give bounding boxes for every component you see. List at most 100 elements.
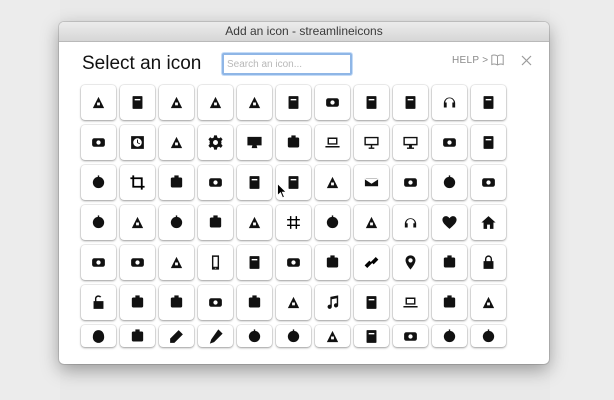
icon-tile[interactable] bbox=[276, 125, 311, 160]
icon-tile[interactable] bbox=[393, 125, 428, 160]
icon-tile[interactable] bbox=[354, 125, 389, 160]
help-link[interactable]: HELP > bbox=[452, 55, 488, 66]
icon-tile[interactable] bbox=[120, 125, 155, 160]
icon-tile[interactable] bbox=[237, 125, 272, 160]
microphone-icon bbox=[209, 298, 222, 307]
icon-tile[interactable] bbox=[354, 205, 389, 240]
icon-tile[interactable] bbox=[471, 125, 506, 160]
icon-tile[interactable] bbox=[81, 245, 116, 280]
icon-tile[interactable] bbox=[432, 205, 467, 240]
icon-tile[interactable] bbox=[471, 205, 506, 240]
icon-tile[interactable] bbox=[432, 125, 467, 160]
headset-icon bbox=[366, 329, 377, 343]
icon-tile[interactable] bbox=[198, 205, 233, 240]
icon-tile[interactable] bbox=[393, 245, 428, 280]
icon-tile[interactable] bbox=[81, 165, 116, 200]
envelope-icon bbox=[363, 177, 380, 188]
desktop-icon bbox=[364, 136, 379, 149]
icon-tile[interactable] bbox=[471, 285, 506, 320]
icon-tile[interactable] bbox=[432, 245, 467, 280]
icon-tile[interactable] bbox=[393, 85, 428, 120]
icon-tile[interactable] bbox=[315, 245, 350, 280]
icon-tile[interactable] bbox=[276, 245, 311, 280]
pen-nib-icon bbox=[131, 216, 144, 229]
icon-tile[interactable] bbox=[120, 205, 155, 240]
icon-tile[interactable] bbox=[354, 165, 389, 200]
icon-tile[interactable] bbox=[315, 165, 350, 200]
picture-frame-icon bbox=[443, 328, 456, 342]
icon-tile[interactable] bbox=[198, 325, 233, 347]
icon-tile[interactable] bbox=[198, 245, 233, 280]
icon-tile[interactable] bbox=[432, 285, 467, 320]
home-icon bbox=[481, 216, 496, 229]
icon-tile[interactable] bbox=[393, 165, 428, 200]
icon-tile[interactable] bbox=[276, 325, 311, 347]
icon-tile[interactable] bbox=[354, 325, 389, 347]
icon-tile[interactable] bbox=[159, 205, 194, 240]
icon-tile[interactable] bbox=[120, 285, 155, 320]
icon-tile[interactable] bbox=[159, 245, 194, 280]
icon-tile[interactable] bbox=[237, 285, 272, 320]
icon-tile[interactable] bbox=[237, 325, 272, 347]
icon-tile[interactable] bbox=[276, 285, 311, 320]
icon-tile[interactable] bbox=[198, 165, 233, 200]
book-icon[interactable] bbox=[491, 54, 504, 66]
heart-icon bbox=[442, 216, 457, 229]
icon-tile[interactable] bbox=[315, 205, 350, 240]
cocktail-icon bbox=[288, 176, 299, 189]
icon-tile[interactable] bbox=[237, 165, 272, 200]
book-cover-icon bbox=[404, 178, 417, 187]
icon-tile[interactable] bbox=[315, 125, 350, 160]
icon-tile[interactable] bbox=[237, 205, 272, 240]
close-icon[interactable] bbox=[521, 55, 532, 66]
icon-tile[interactable] bbox=[432, 325, 467, 347]
icon-tile[interactable] bbox=[81, 205, 116, 240]
icon-tile[interactable] bbox=[81, 125, 116, 160]
icon-tile[interactable] bbox=[393, 205, 428, 240]
unlock-icon bbox=[93, 295, 104, 309]
icon-tile[interactable] bbox=[198, 285, 233, 320]
notebook-icon bbox=[443, 138, 456, 147]
icon-tile[interactable] bbox=[276, 85, 311, 120]
icon-tile[interactable] bbox=[81, 85, 116, 120]
icon-tile[interactable] bbox=[198, 125, 233, 160]
icon-tile[interactable] bbox=[120, 245, 155, 280]
icon-tile[interactable] bbox=[159, 165, 194, 200]
icon-tile[interactable] bbox=[432, 165, 467, 200]
icon-tile[interactable] bbox=[432, 85, 467, 120]
icon-tile[interactable] bbox=[354, 85, 389, 120]
image-stack-icon bbox=[326, 255, 339, 268]
icon-tile[interactable] bbox=[354, 285, 389, 320]
icon-tile[interactable] bbox=[120, 85, 155, 120]
hotdog-icon bbox=[92, 258, 105, 267]
icon-tile[interactable] bbox=[237, 245, 272, 280]
icon-tile[interactable] bbox=[471, 245, 506, 280]
icon-tile[interactable] bbox=[471, 165, 506, 200]
search-input[interactable] bbox=[222, 53, 352, 75]
icon-tile[interactable] bbox=[354, 245, 389, 280]
mouse-pointer-icon bbox=[277, 183, 287, 199]
pestle-icon bbox=[482, 328, 495, 342]
icon-tile[interactable] bbox=[120, 165, 155, 200]
icon-tile[interactable] bbox=[159, 85, 194, 120]
icon-tile[interactable] bbox=[471, 85, 506, 120]
bomb-icon bbox=[132, 96, 143, 109]
icon-tile[interactable] bbox=[315, 85, 350, 120]
icon-tile[interactable] bbox=[315, 325, 350, 347]
window-titlebar: Add an icon - streamlineicons bbox=[59, 22, 549, 42]
icon-tile[interactable] bbox=[159, 125, 194, 160]
icon-tile[interactable] bbox=[315, 285, 350, 320]
copier-icon bbox=[170, 136, 183, 149]
icon-tile[interactable] bbox=[237, 85, 272, 120]
icon-tile[interactable] bbox=[81, 325, 116, 347]
map-pin-icon bbox=[405, 255, 416, 270]
icon-tile[interactable] bbox=[198, 85, 233, 120]
icon-tile[interactable] bbox=[120, 325, 155, 347]
icon-tile[interactable] bbox=[471, 325, 506, 347]
icon-tile[interactable] bbox=[159, 325, 194, 347]
icon-tile[interactable] bbox=[81, 285, 116, 320]
icon-tile[interactable] bbox=[159, 285, 194, 320]
icon-tile[interactable] bbox=[393, 285, 428, 320]
icon-tile[interactable] bbox=[393, 325, 428, 347]
icon-tile[interactable] bbox=[276, 205, 311, 240]
